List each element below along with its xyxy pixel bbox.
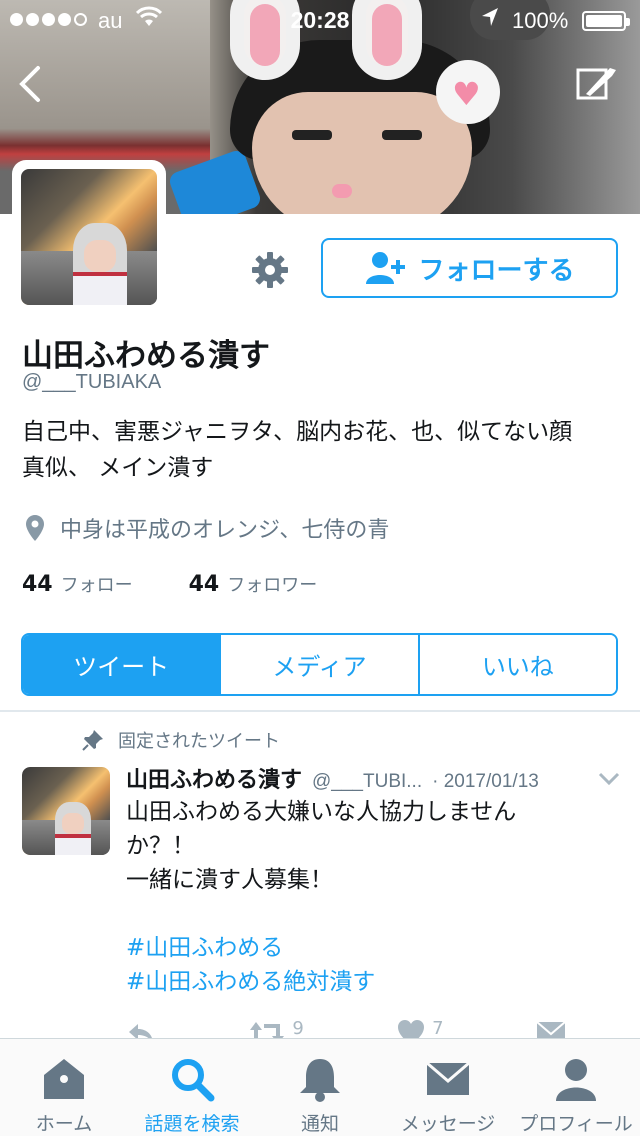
profile-bio: 自己中、害悪ジャニヲタ、脳内お花、也、似てない顔 真似、 メイン潰す [22, 414, 622, 486]
tab-tweets[interactable]: ツイート [23, 635, 220, 694]
followers-stat[interactable]: 44 フォロワー [189, 571, 318, 597]
settings-button[interactable] [248, 248, 292, 292]
heart-icon [398, 1020, 425, 1040]
following-count: 44 [22, 572, 53, 597]
tweet-text: 山田ふわめる大嫌いな人協力しません か？！ 一緒に潰す人募集！ #山田ふわめる … [126, 795, 596, 999]
tweet-line: 山田ふわめる大嫌いな人協力しません [126, 799, 517, 825]
search-icon [172, 1059, 215, 1102]
tab-media[interactable]: メディア [219, 635, 418, 694]
tweet-line: か？！ [126, 833, 195, 859]
follow-button[interactable]: フォローする [321, 238, 618, 298]
retweet-button[interactable]: 9 [248, 1018, 304, 1040]
pin-icon [82, 730, 103, 751]
person-icon [556, 1059, 596, 1101]
tweet-header: 山田ふわめる潰す @___TUBI... · 2017/01/13 [126, 762, 626, 794]
screen-name: @___TUBIAKA [22, 371, 162, 393]
back-button[interactable] [10, 60, 50, 108]
hashtag-link[interactable]: #山田ふわめる [126, 931, 596, 965]
bottom-tab-bar: ホーム 話題を検索 通知 メッセージ プロフィール [0, 1038, 640, 1136]
battery-icon [582, 11, 630, 31]
compose-tweet-button[interactable] [572, 60, 620, 108]
profile-location: 中身は平成のオレンジ、七侍の青 [26, 512, 389, 544]
tweet-author-name[interactable]: 山田ふわめる潰す [126, 762, 302, 794]
pinned-label-text: 固定されたツイート [118, 731, 280, 752]
retweet-icon [250, 1022, 285, 1040]
bio-line: 自己中、害悪ジャニヲタ、脳内お花、也、似てない顔 [22, 419, 573, 445]
compose-icon [576, 68, 616, 100]
envelope-icon [536, 1021, 566, 1040]
tweet-author-handle: @___TUBI... [312, 771, 423, 792]
pinned-tweet-label: 固定されたツイート [82, 727, 280, 753]
home-icon [44, 1059, 84, 1099]
tweet-line [126, 897, 596, 931]
battery-percentage: 100% [512, 8, 569, 33]
tab-bar-label: 話題を検索 [144, 1113, 240, 1135]
followers-count: 44 [188, 572, 220, 597]
following-stat[interactable]: 44 フォロー [22, 571, 133, 597]
followers-label: フォロワー [227, 575, 318, 596]
display-name: 山田ふわめる潰す [22, 338, 270, 374]
bio-line: 真似、 メイン潰す [22, 455, 214, 481]
hashtag-link[interactable]: #山田ふわめる絶対潰す [126, 965, 596, 999]
add-user-icon [366, 252, 406, 284]
tab-bar-search[interactable]: 話題を検索 [128, 1039, 256, 1136]
like-button[interactable]: 7 [396, 1018, 444, 1040]
tab-bar-notifications[interactable]: 通知 [256, 1039, 384, 1136]
mail-icon [426, 1061, 470, 1095]
chevron-down-icon [598, 772, 620, 786]
tweet-date: · 2017/01/13 [432, 771, 539, 792]
tweet-avatar[interactable] [22, 767, 110, 855]
reply-button[interactable] [126, 1018, 156, 1040]
tweet-line: 一緒に潰す人募集！ [126, 867, 333, 893]
profile-tabs: ツイート メディア いいね [21, 633, 618, 696]
divider [0, 710, 640, 712]
tab-bar-home[interactable]: ホーム [0, 1039, 128, 1136]
tab-bar-label: プロフィール [519, 1113, 633, 1135]
tweet-actions: 9 7 [126, 1018, 566, 1040]
tab-bar-label: ホーム [35, 1113, 93, 1135]
chevron-left-icon [19, 66, 40, 102]
like-count: 7 [432, 1018, 444, 1039]
location-pin-icon [26, 515, 44, 541]
tab-bar-label: メッセージ [400, 1113, 496, 1135]
tab-bar-profile[interactable]: プロフィール [512, 1039, 640, 1136]
tab-bar-label: 通知 [300, 1113, 339, 1135]
location-text: 中身は平成のオレンジ、七侍の青 [60, 518, 390, 543]
follow-button-label: フォローする [418, 255, 575, 286]
profile-avatar[interactable] [12, 160, 166, 314]
tab-likes[interactable]: いいね [417, 635, 616, 694]
retweet-count: 9 [292, 1018, 304, 1039]
gear-icon [252, 252, 288, 288]
location-arrow-icon [480, 6, 500, 34]
tweet-menu-button[interactable] [594, 764, 624, 794]
status-bar: au 20:28 100% [0, 0, 640, 40]
tab-bar-messages[interactable]: メッセージ [384, 1039, 512, 1136]
bell-icon [300, 1059, 340, 1102]
reply-icon [129, 1024, 153, 1040]
follow-stats: 44 フォロー 44 フォロワー [22, 571, 317, 597]
following-label: フォロー [60, 575, 133, 596]
direct-message-button[interactable] [536, 1018, 566, 1040]
